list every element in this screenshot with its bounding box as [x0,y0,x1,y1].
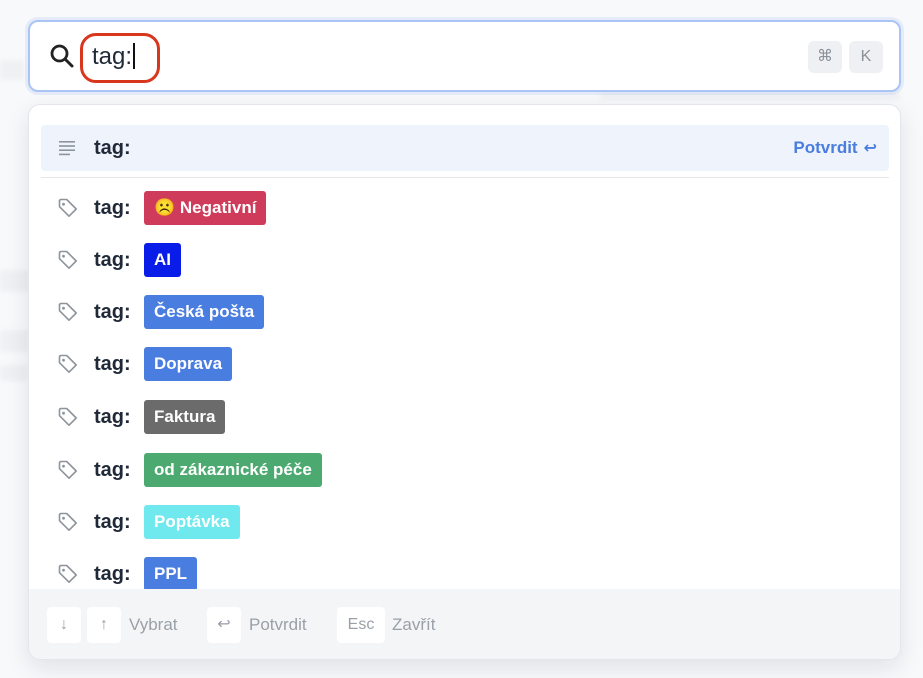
tag-suggestion-doprava[interactable]: tag: Doprava [41,341,889,387]
tag-prefix: tag: [94,511,131,533]
esc-key: Esc [337,607,385,643]
close-hint-label: Zavřít [392,615,436,634]
tag-prefix: tag: [94,249,131,271]
divider [41,177,889,178]
tag-icon [58,354,77,373]
tag-label: Poptávka [154,512,230,531]
tag-icon [58,302,77,321]
tag-suggestion-negativni[interactable]: tag: ☹️ Negativní [41,185,889,231]
arrow-up-key: ↑ [87,607,121,643]
enter-icon: ↩ [863,140,877,157]
tag-chip: od zákaznické péče [144,453,322,487]
tag-suggestion-faktura[interactable]: tag: Faktura [41,394,889,440]
search-icon [50,44,74,68]
confirm-action[interactable]: Potvrdit ↩ [793,138,877,158]
tag-label: Doprava [154,354,223,373]
confirm-action-label: Potvrdit [793,138,858,157]
tag-icon [58,250,77,269]
tag-icon [58,564,77,583]
tag-prefix: tag: [94,301,131,323]
tag-label: Faktura [154,407,216,426]
tag-chip: AI [144,243,181,277]
lines-icon [59,141,75,156]
tag-chip: Česká pošta [144,295,265,329]
tag-chip: Faktura [144,400,226,434]
tag-label: Česká pošta [154,302,255,321]
select-hint-label: Vybrat [129,615,178,634]
arrow-down-key: ↓ [47,607,81,643]
confirm-hint-label: Potvrdit [249,615,307,634]
tag-icon [58,512,77,531]
tag-prefix: tag: [94,406,131,428]
suggestions-dropdown: tag: Potvrdit ↩ tag: ☹️ Negativní tag: AI… [28,104,901,660]
tag-chip: Poptávka [144,505,240,539]
highlight-annotation [80,33,160,83]
tag-label: od zákaznické péče [154,460,312,479]
tag-prefix: tag: [94,197,131,219]
shortcut-key-cmd: ⌘ [808,41,842,73]
tag-label: PPL [154,564,188,583]
tag-icon [58,198,77,217]
enter-key: ↩ [207,607,241,643]
tag-icon [58,407,77,426]
tag-prefix: tag: [94,353,131,375]
tag-suggestion-ai[interactable]: tag: AI [41,237,889,283]
tag-suggestion-poptavka[interactable]: tag: Poptávka [41,499,889,545]
tag-suggestion-ceska-posta[interactable]: tag: Česká pošta [41,289,889,335]
confirm-query-option[interactable]: tag: Potvrdit ↩ [41,125,889,171]
tag-suggestion-od-zakaznicke-pece[interactable]: tag: od zákaznické péče [41,447,889,493]
tag-chip: Doprava [144,347,233,381]
tag-label: AI [154,250,171,269]
keyboard-hints-footer: ↓ ↑ Vybrat ↩ Potvrdit Esc Zavřít [29,589,900,659]
tag-icon [58,460,77,479]
tag-label: Negativní [179,198,257,217]
tag-chip: PPL [144,557,198,591]
tag-emoji: ☹️ [154,198,176,217]
tag-prefix: tag: [94,563,131,585]
shortcut-key-k: K [849,41,883,73]
command-search-box[interactable]: tag: ⌘ K [28,20,901,92]
tag-chip: ☹️ Negativní [144,191,267,225]
confirm-query-text: tag: [94,137,131,159]
tag-prefix: tag: [94,459,131,481]
